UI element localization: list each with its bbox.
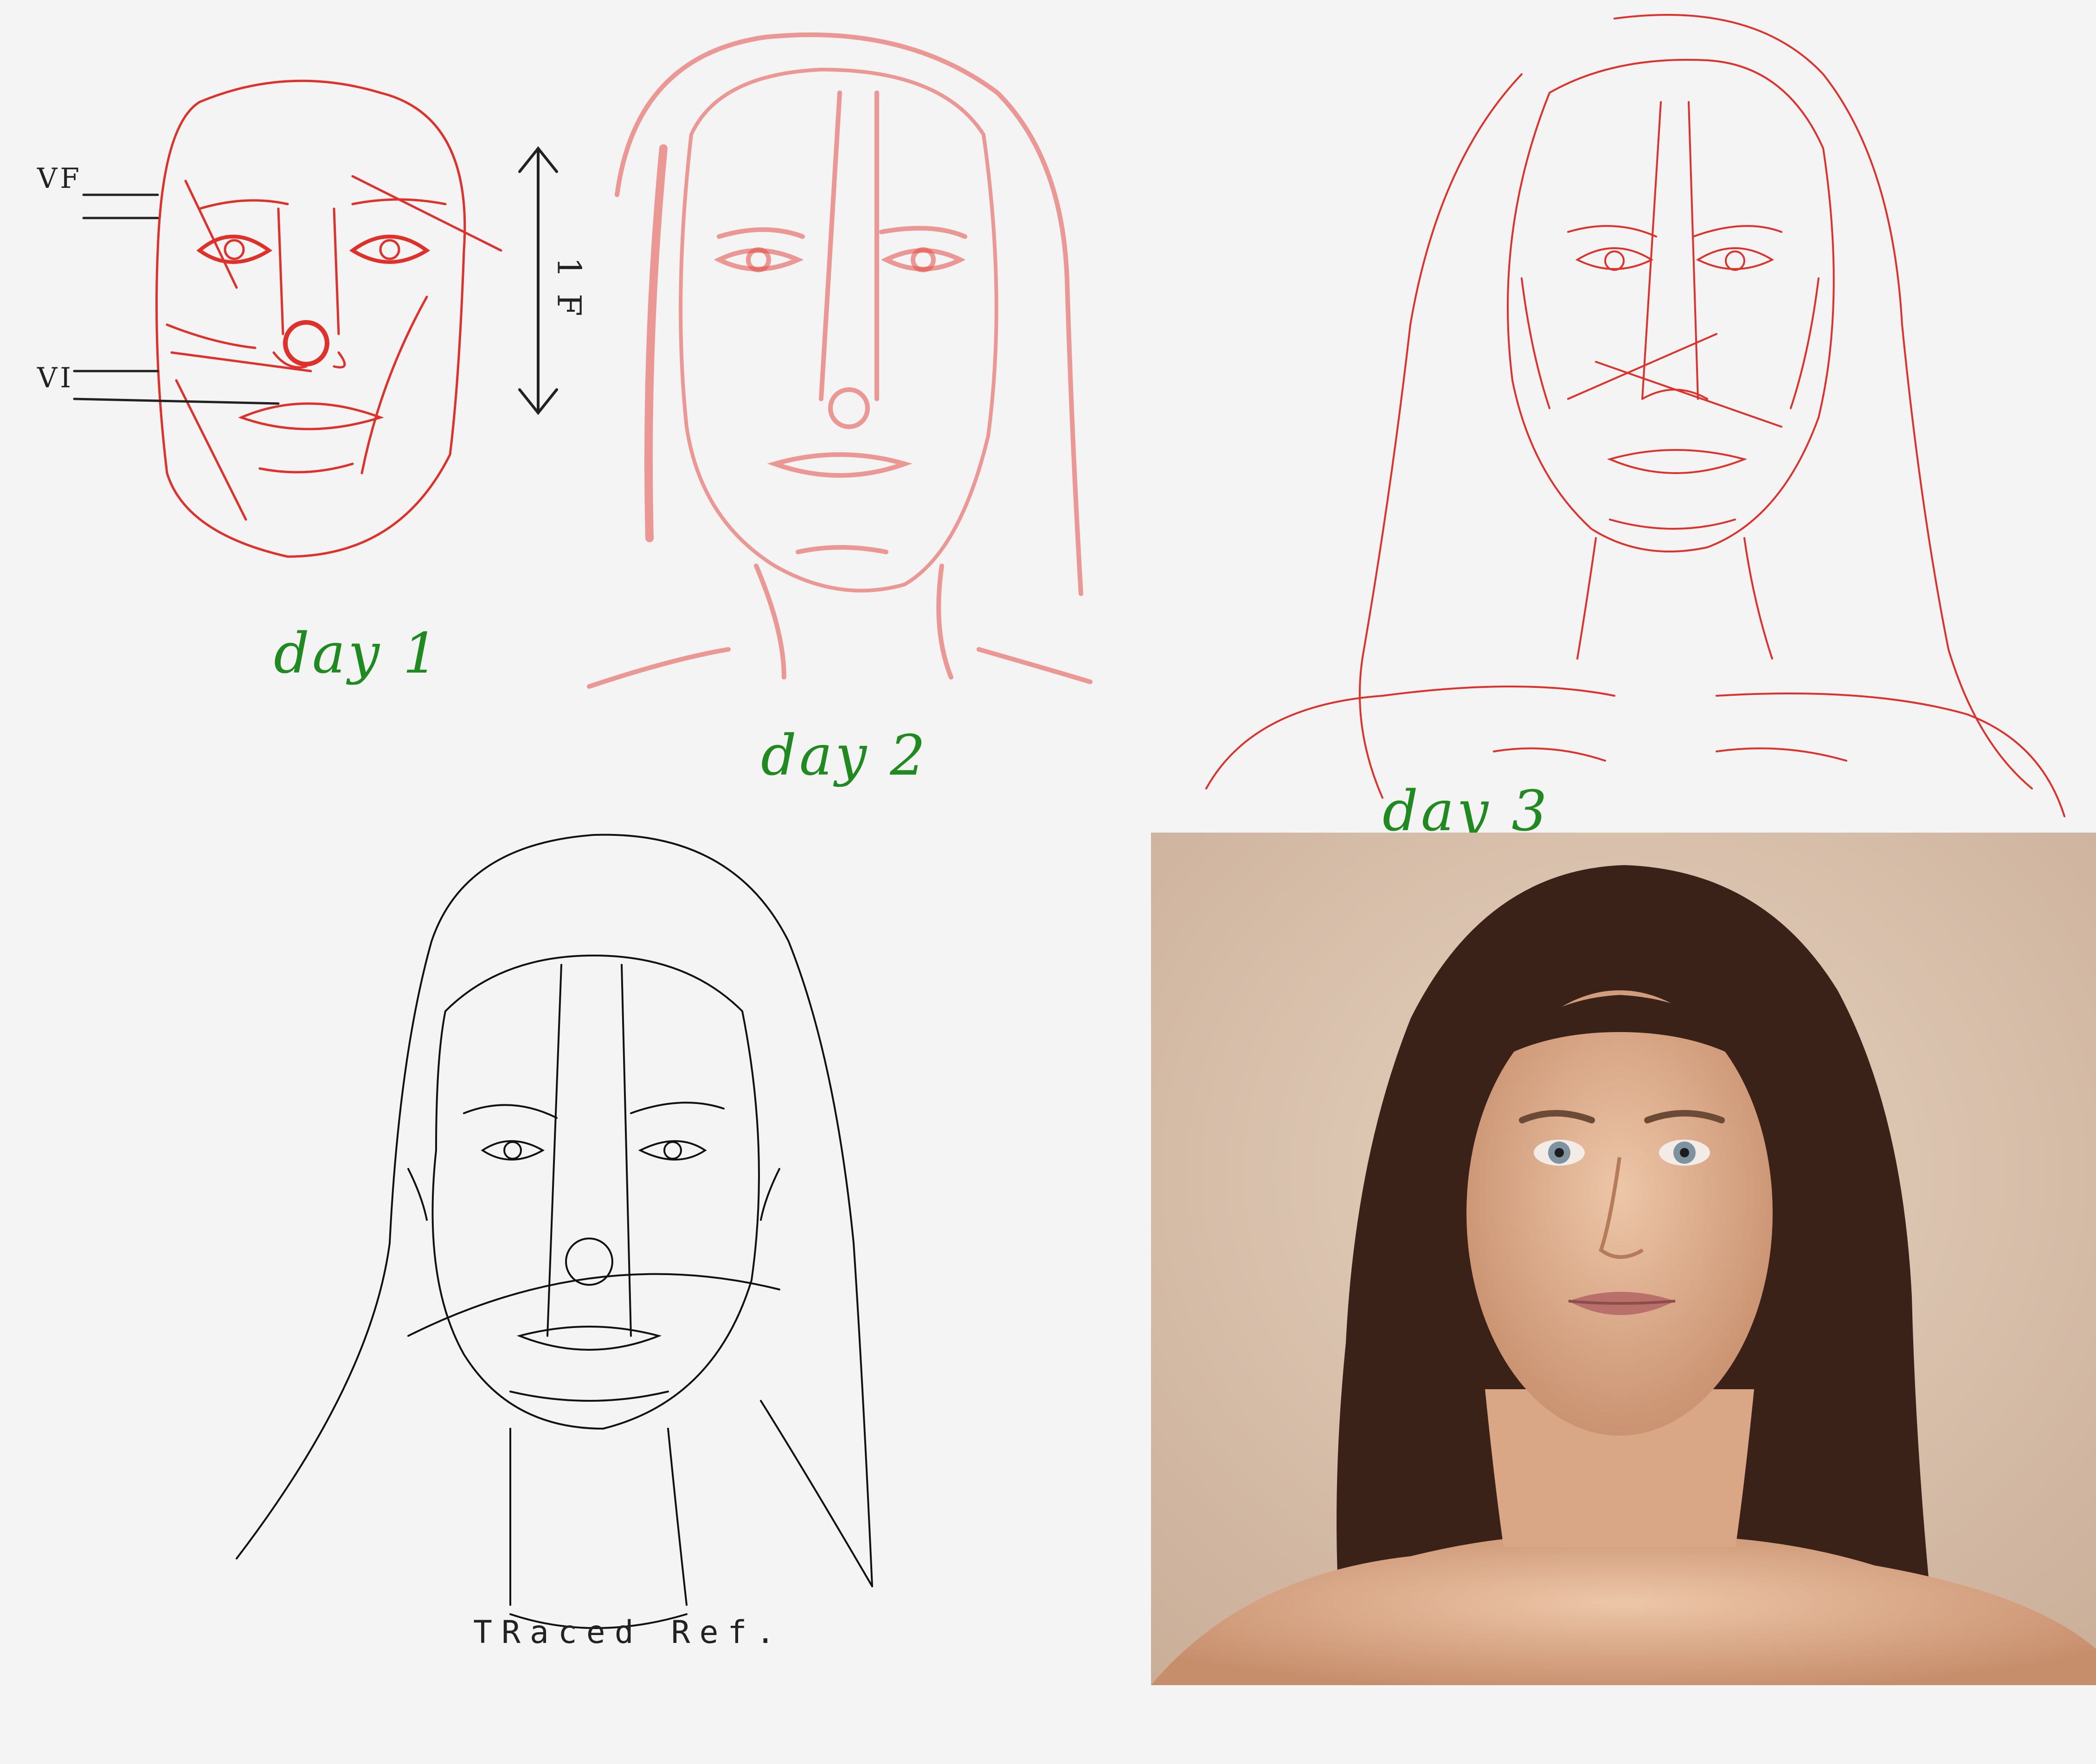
tick-mark-lower: VI	[37, 362, 74, 394]
reference-photo	[1151, 833, 2096, 1685]
day2-sketch	[580, 19, 1113, 696]
traced-reference-sketch: TRaced Ref.	[223, 826, 946, 1661]
tick-mark-upper: VF	[37, 162, 82, 195]
label-day2: day 2	[761, 724, 928, 788]
day3-sketch	[1197, 0, 2078, 826]
label-day1: day 1	[274, 622, 441, 686]
label-traced-ref: TRaced Ref.	[473, 1614, 784, 1651]
